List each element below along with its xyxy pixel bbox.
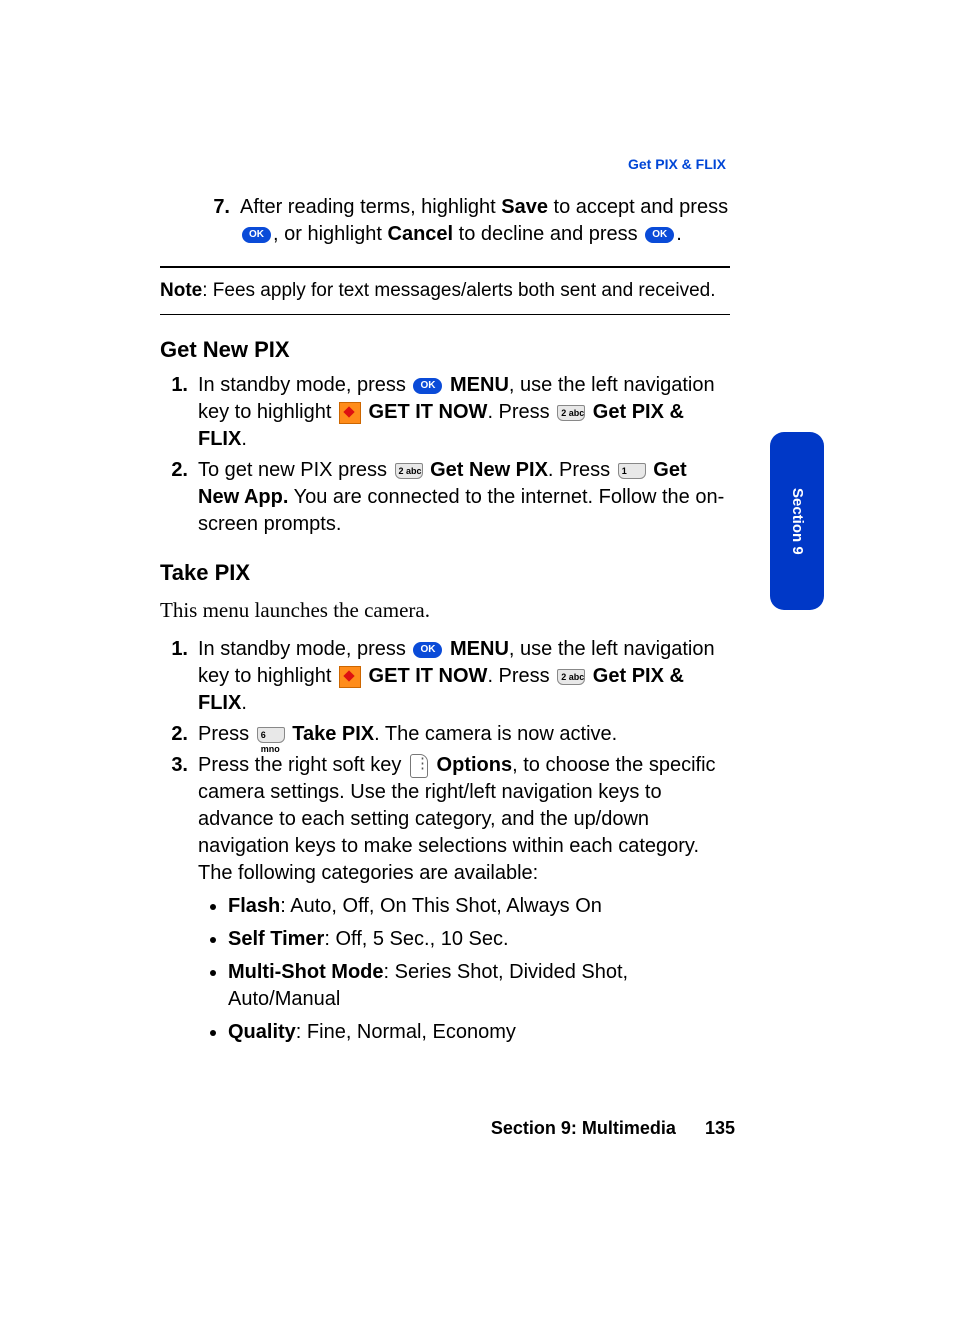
section-tab-label: Section 9 bbox=[787, 488, 807, 555]
step-body: Press 6 mno Take PIX. The camera is now … bbox=[198, 721, 730, 748]
page-footer: Section 9: Multimedia 135 bbox=[160, 1116, 735, 1140]
text: Press bbox=[198, 723, 255, 745]
getnew-step-1: 1. In standby mode, press OK MENU, use t… bbox=[160, 372, 730, 453]
section-tab: Section 9 bbox=[770, 432, 824, 610]
text: to accept and press bbox=[548, 196, 728, 218]
getitnow-label: GET IT NOW bbox=[369, 401, 488, 423]
text: . bbox=[676, 223, 682, 245]
getnew-step-2: 2. To get new PIX press 2 abc Get New PI… bbox=[160, 457, 730, 538]
text: . bbox=[241, 692, 247, 714]
ok-icon: OK bbox=[413, 642, 442, 658]
multishot-label: Multi-Shot Mode bbox=[228, 961, 384, 983]
text: . bbox=[241, 428, 247, 450]
text: to decline and press bbox=[453, 223, 643, 245]
top-step-block: 7. After reading terms, highlight Save t… bbox=[160, 194, 730, 1056]
header-link: Get PIX & FLIX bbox=[628, 155, 726, 174]
list-item: Multi-Shot Mode: Series Shot, Divided Sh… bbox=[228, 959, 730, 1013]
options-label: Options bbox=[437, 754, 513, 776]
text: . The camera is now active. bbox=[374, 723, 617, 745]
take-pix-intro: This menu launches the camera. bbox=[160, 596, 730, 624]
text: . Press bbox=[487, 665, 555, 687]
step-number: 2. bbox=[160, 457, 188, 538]
getnewpix-label: Get New PIX bbox=[430, 459, 548, 481]
menu-label: MENU bbox=[450, 374, 509, 396]
step-number: 2. bbox=[160, 721, 188, 748]
divider bbox=[160, 266, 730, 268]
text: : Auto, Off, On This Shot, Always On bbox=[280, 895, 602, 917]
step-number: 3. bbox=[160, 752, 188, 1052]
ok-icon: OK bbox=[413, 378, 442, 394]
text: : Fine, Normal, Economy bbox=[296, 1021, 516, 1043]
takepix-step-2: 2. Press 6 mno Take PIX. The camera is n… bbox=[160, 721, 730, 748]
save-label: Save bbox=[501, 196, 548, 218]
options-list: Flash: Auto, Off, On This Shot, Always O… bbox=[198, 893, 730, 1046]
options-icon bbox=[410, 754, 428, 778]
quality-label: Quality bbox=[228, 1021, 296, 1043]
step-7: 7. After reading terms, highlight Save t… bbox=[160, 194, 730, 248]
step-body: To get new PIX press 2 abc Get New PIX. … bbox=[198, 457, 730, 538]
text: After reading terms, highlight bbox=[240, 196, 501, 218]
takepix-label: Take PIX bbox=[292, 723, 374, 745]
text: To get new PIX press bbox=[198, 459, 393, 481]
note-label: Note bbox=[160, 280, 202, 301]
takepix-step-1: 1. In standby mode, press OK MENU, use t… bbox=[160, 636, 730, 717]
cancel-label: Cancel bbox=[388, 223, 454, 245]
step-body: After reading terms, highlight Save to a… bbox=[240, 194, 730, 248]
text: . Press bbox=[548, 459, 616, 481]
key-6-icon: 6 mno bbox=[257, 727, 285, 743]
page-number: 135 bbox=[705, 1118, 735, 1138]
getitnow-label: GET IT NOW bbox=[369, 665, 488, 687]
heading-take-pix: Take PIX bbox=[160, 558, 730, 588]
getitnow-icon bbox=[339, 666, 361, 688]
takepix-step-3: 3. Press the right soft key Options, to … bbox=[160, 752, 730, 1052]
text: . Press bbox=[487, 401, 555, 423]
key-1-icon: 1 bbox=[618, 463, 646, 479]
heading-get-new-pix: Get New PIX bbox=[160, 335, 730, 365]
key-2-icon: 2 abc bbox=[557, 405, 585, 421]
text: , or highlight bbox=[273, 223, 388, 245]
list-item: Self Timer: Off, 5 Sec., 10 Sec. bbox=[228, 926, 730, 953]
text: Press the right soft key bbox=[198, 754, 407, 776]
text: : Off, 5 Sec., 10 Sec. bbox=[324, 928, 508, 950]
key-2-icon: 2 abc bbox=[395, 463, 423, 479]
step-number: 7. bbox=[202, 194, 230, 248]
getitnow-icon bbox=[339, 402, 361, 424]
ok-icon: OK bbox=[645, 227, 674, 243]
step-number: 1. bbox=[160, 372, 188, 453]
text: In standby mode, press bbox=[198, 638, 411, 660]
footer-section: Section 9: Multimedia bbox=[491, 1118, 676, 1138]
selftimer-label: Self Timer bbox=[228, 928, 324, 950]
step-body: In standby mode, press OK MENU, use the … bbox=[198, 636, 730, 717]
note-text: : Fees apply for text messages/alerts bo… bbox=[202, 280, 715, 301]
menu-label: MENU bbox=[450, 638, 509, 660]
step-body: Press the right soft key Options, to cho… bbox=[198, 752, 730, 1052]
note: Note: Fees apply for text messages/alert… bbox=[160, 278, 730, 304]
ok-icon: OK bbox=[242, 227, 271, 243]
step-number: 1. bbox=[160, 636, 188, 717]
divider bbox=[160, 314, 730, 315]
text: In standby mode, press bbox=[198, 374, 411, 396]
list-item: Quality: Fine, Normal, Economy bbox=[228, 1019, 730, 1046]
list-item: Flash: Auto, Off, On This Shot, Always O… bbox=[228, 893, 730, 920]
key-2-icon: 2 abc bbox=[557, 669, 585, 685]
flash-label: Flash bbox=[228, 895, 280, 917]
step-body: In standby mode, press OK MENU, use the … bbox=[198, 372, 730, 453]
